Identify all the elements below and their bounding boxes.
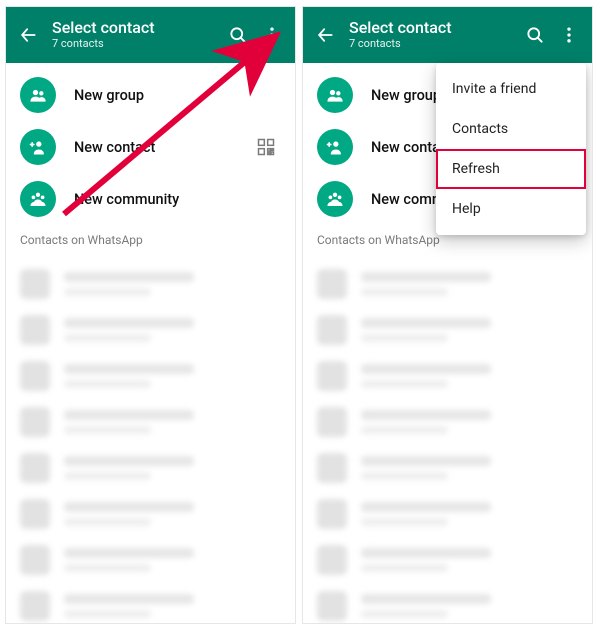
list-item [317, 399, 578, 445]
phone-frame-left: Select contact 7 contacts New group [5, 6, 296, 624]
row-new-community[interactable]: New community [6, 173, 295, 225]
group-icon [317, 77, 353, 113]
row-label: New contact [74, 139, 251, 156]
more-options-button[interactable] [255, 18, 289, 52]
search-button[interactable] [221, 18, 255, 52]
list-item [20, 583, 281, 624]
appbar-subtitle: 7 contacts [52, 37, 221, 51]
list-item [317, 353, 578, 399]
back-button[interactable] [14, 21, 42, 49]
appbar-subtitle: 7 contacts [349, 37, 518, 51]
list-item [20, 445, 281, 491]
row-new-group[interactable]: New group [6, 69, 295, 121]
overflow-menu: Invite a friend Contacts Refresh Help [436, 63, 586, 235]
menu-item-contacts[interactable]: Contacts [436, 109, 586, 149]
list-item [317, 445, 578, 491]
list-item [20, 307, 281, 353]
list-item [317, 491, 578, 537]
row-label: New group [74, 87, 281, 104]
search-icon [228, 25, 248, 45]
community-icon [20, 181, 56, 217]
list-item [317, 537, 578, 583]
appbar-title: Select contact [52, 19, 221, 37]
arrow-back-icon [315, 25, 335, 45]
search-button[interactable] [518, 18, 552, 52]
row-label: New community [74, 191, 281, 208]
contacts-list-blurred [303, 253, 592, 624]
add-contact-icon [20, 129, 56, 165]
menu-item-help[interactable]: Help [436, 189, 586, 229]
appbar: Select contact 7 contacts [6, 7, 295, 63]
qr-code-icon [256, 137, 276, 157]
contacts-list-blurred [6, 253, 295, 624]
search-icon [525, 25, 545, 45]
list-item [20, 491, 281, 537]
list-item [20, 353, 281, 399]
list-item [317, 583, 578, 624]
list-item [20, 261, 281, 307]
section-header: Contacts on WhatsApp [6, 225, 295, 253]
group-icon [20, 77, 56, 113]
arrow-back-icon [18, 25, 38, 45]
list-item [317, 307, 578, 353]
more-vert-icon [262, 25, 282, 45]
qr-code-button[interactable] [251, 137, 281, 157]
actions-list: New group New contact New community [6, 63, 295, 225]
more-vert-icon [559, 25, 579, 45]
more-options-button[interactable] [552, 18, 586, 52]
community-icon [317, 181, 353, 217]
appbar-title: Select contact [349, 19, 518, 37]
menu-item-invite-friend[interactable]: Invite a friend [436, 69, 586, 109]
row-new-contact[interactable]: New contact [6, 121, 295, 173]
list-item [20, 399, 281, 445]
list-item [20, 537, 281, 583]
back-button[interactable] [311, 21, 339, 49]
appbar-titles: Select contact 7 contacts [349, 19, 518, 51]
appbar: Select contact 7 contacts [303, 7, 592, 63]
appbar-titles: Select contact 7 contacts [52, 19, 221, 51]
menu-item-refresh[interactable]: Refresh [436, 149, 586, 189]
list-item [317, 261, 578, 307]
phone-frame-right: Select contact 7 contacts New group [302, 6, 593, 624]
add-contact-icon [317, 129, 353, 165]
